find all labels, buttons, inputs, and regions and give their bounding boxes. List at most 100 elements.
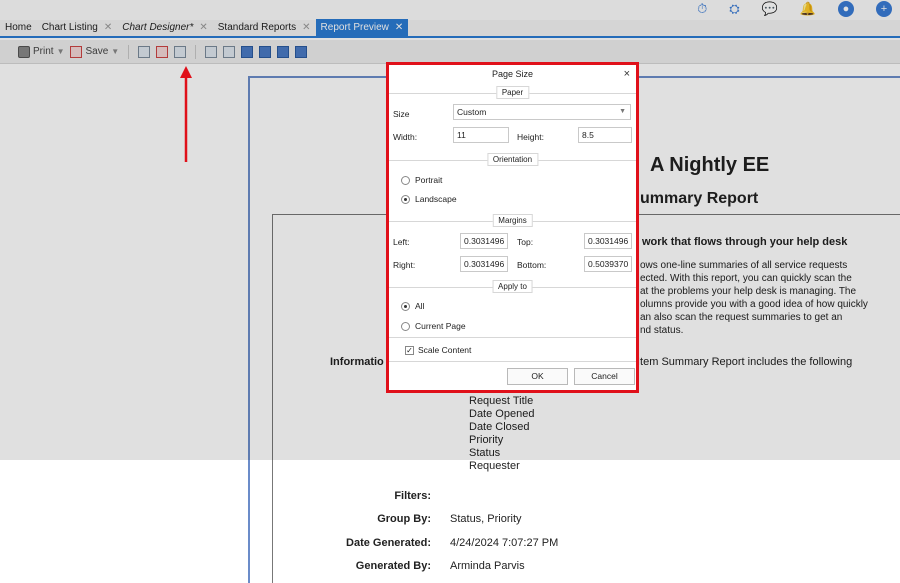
meta-value: Arminda Parvis (450, 560, 525, 572)
margins-section-label: Margins (492, 214, 533, 227)
size-label: Size (393, 109, 410, 119)
print-label: Print (33, 46, 54, 57)
portrait-radio[interactable]: Portrait (401, 175, 442, 185)
apply-current-page-radio[interactable]: Current Page (401, 321, 466, 331)
scale-icon[interactable] (205, 45, 218, 58)
tab-home[interactable]: Home (0, 19, 37, 36)
chevron-down-icon: ▼ (111, 47, 120, 56)
ok-button[interactable]: OK (507, 368, 568, 385)
field-item: Priority (469, 434, 504, 446)
portrait-label: Portrait (415, 175, 443, 185)
top-margin-input[interactable]: 0.3031496 (584, 233, 632, 249)
all-label: All (415, 301, 425, 311)
apply-section-label: Apply to (492, 280, 533, 293)
close-icon[interactable]: ✕ (199, 19, 207, 36)
tab-label: Chart Listing (41, 22, 98, 33)
toolbar-divider (128, 44, 130, 59)
cancel-button[interactable]: Cancel (574, 368, 635, 385)
size-value: Custom (457, 107, 487, 117)
tab-label: Report Preview (320, 22, 389, 33)
radio-dot (401, 301, 410, 311)
meta-row-filters: Filters: (300, 490, 800, 502)
apply-section: Apply to (389, 280, 636, 293)
meta-value: 4/24/2024 7:07:27 PM (450, 537, 559, 549)
previous-page-icon[interactable] (259, 45, 272, 58)
information-label: Informatio (330, 356, 384, 368)
margins-section: Margins (389, 214, 636, 227)
report-title: A Nightly EE (650, 154, 770, 176)
timer-icon[interactable]: ⏱ (697, 2, 707, 16)
next-page-icon[interactable] (277, 45, 290, 58)
top-label: Top: (517, 237, 534, 247)
radio-dot (401, 194, 410, 204)
chat-icon[interactable]: 💬 (762, 2, 778, 16)
tab-chart-designer[interactable]: Chart Designer* ✕ (117, 19, 213, 36)
close-icon[interactable]: ✕ (104, 19, 112, 36)
tab-report-preview[interactable]: Report Preview ✕ (315, 19, 409, 36)
chevron-down-icon: ▼ (56, 47, 65, 56)
landscape-label: Landscape (415, 194, 457, 204)
orientation-section: Orientation (389, 153, 636, 166)
close-icon[interactable]: ✕ (302, 19, 310, 36)
meta-key: Group By: (377, 513, 431, 525)
save-label: Save (85, 46, 109, 57)
close-icon[interactable]: × (624, 68, 630, 80)
right-margin-input[interactable]: 0.3031496 (460, 256, 508, 272)
first-page-icon[interactable] (241, 45, 254, 58)
tab-chart-listing[interactable]: Chart Listing ✕ (37, 19, 118, 36)
scale-label: Scale Content (418, 345, 472, 355)
tab-label: Standard Reports (217, 22, 297, 33)
notification-icon[interactable]: 🔔 (800, 2, 816, 16)
field-item: Status (469, 447, 501, 459)
size-select[interactable]: Custom ▼ (453, 104, 631, 120)
apply-all-radio[interactable]: All (401, 301, 424, 311)
field-item: Date Closed (469, 421, 530, 433)
annotation-arrow (180, 66, 192, 162)
report-heading: work that flows through your help desk (642, 236, 848, 248)
left-label: Left: (393, 237, 410, 247)
meta-row-date-generated: Date Generated: 4/24/2024 7:07:27 PM (300, 537, 800, 549)
left-margin-input[interactable]: 0.3031496 (460, 233, 508, 249)
field-item: Requester (469, 460, 520, 472)
meta-key: Date Generated: (346, 537, 431, 549)
meta-row-group-by: Group By: Status, Priority (300, 513, 800, 525)
meta-key: Filters: (394, 490, 431, 502)
top-icons: ⏱ ⛭ 💬 🔔 ● + (697, 0, 892, 18)
add-icon[interactable]: + (876, 1, 892, 17)
meta-key: Generated By: (355, 560, 431, 572)
dialog-title: Page Size (491, 69, 534, 79)
top-bar: ⏱ ⛭ 💬 🔔 ● + (0, 0, 900, 20)
bottom-label: Bottom: (517, 260, 547, 270)
paper-section-label: Paper (495, 86, 530, 99)
report-subtitle: ummary Report (640, 190, 759, 207)
tab-label: Home (5, 22, 32, 33)
print-button[interactable]: Print ▼ (18, 45, 65, 58)
find-icon[interactable] (223, 45, 236, 58)
scale-divider (389, 337, 636, 338)
page-setup-icon[interactable] (138, 45, 151, 58)
scale-content-checkbox[interactable]: ✓ Scale Content (405, 345, 471, 355)
right-label: Right: (393, 260, 416, 270)
width-label: Width: (393, 132, 418, 142)
report-fields-list: Request Title Date Opened Date Closed Pr… (469, 395, 534, 473)
check-icon: ✓ (405, 345, 414, 355)
radio-dot (401, 321, 410, 331)
bottom-margin-input[interactable]: 0.5039370 (584, 256, 632, 272)
user-avatar-icon[interactable]: ● (838, 1, 854, 17)
page-size-icon[interactable] (174, 45, 187, 58)
landscape-radio[interactable]: Landscape (401, 194, 457, 204)
meta-row-generated-by: Generated By: Arminda Parvis (300, 560, 800, 572)
close-icon[interactable]: ✕ (395, 19, 403, 36)
meta-value: Status, Priority (450, 513, 522, 525)
width-input[interactable]: 11 (453, 127, 509, 143)
page-margins-icon[interactable] (156, 45, 169, 58)
height-input[interactable]: 8.5 (578, 127, 632, 143)
save-icon (70, 45, 83, 58)
network-icon[interactable]: ⛭ (729, 2, 739, 16)
tab-standard-reports[interactable]: Standard Reports ✕ (213, 19, 316, 36)
last-page-icon[interactable] (295, 45, 308, 58)
information-text: Item Summary Report includes the followi… (637, 356, 853, 368)
height-label: Height: (517, 132, 544, 142)
save-button[interactable]: Save ▼ (70, 45, 120, 58)
field-item: Date Opened (469, 408, 535, 420)
